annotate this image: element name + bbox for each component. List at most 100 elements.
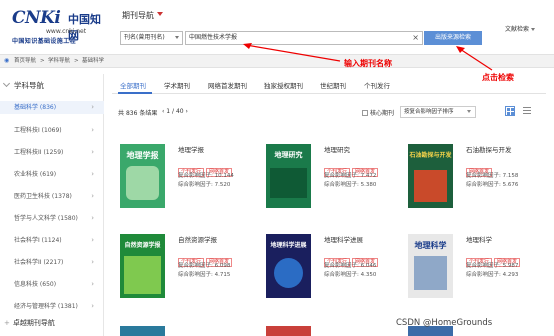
sidebar-item-social-2[interactable]: 社会科学II (2217) › xyxy=(0,256,104,269)
count-suffix: 条结果 xyxy=(139,110,158,117)
journal-card[interactable]: 地理科学进展 地理科学进展 个刊发行 网络首发 复合影响因子: 6.046 综合影… xyxy=(266,234,386,316)
sidebar-item-medicine[interactable]: 医药卫生科技 (1378) › xyxy=(0,190,104,203)
chevron-right-icon: › xyxy=(91,170,94,178)
journal-cover[interactable]: 自然资源学报 xyxy=(120,234,165,298)
logo-url: www.cnki.net xyxy=(46,28,87,35)
core-journal-checkbox[interactable]: 核心期刊 xyxy=(362,108,394,117)
journal-cover[interactable]: 地理研究 xyxy=(266,144,311,208)
sidebar-item-information[interactable]: 信息科技 (650) › xyxy=(0,278,104,291)
breadcrumb-home[interactable]: 首页导航 xyxy=(14,55,36,67)
sidebar: 学科导航 基础科学 (836) › 工程科技I (1069) › 工程科技II (1… xyxy=(0,74,104,336)
sidebar-item-label: 哲学与人文科学 (1580) xyxy=(14,215,78,222)
sidebar-item-basic-science[interactable]: 基础科学 (836) › xyxy=(0,101,104,114)
grid-view-icon[interactable] xyxy=(505,106,515,116)
sidebar-item-engineering-2[interactable]: 工程科技II (1259) › xyxy=(0,146,104,159)
journal-cover[interactable]: 地理科学进展 xyxy=(266,234,311,298)
checkbox-icon[interactable] xyxy=(362,110,368,116)
pager[interactable]: ‹ 1 / 40 › xyxy=(162,108,188,115)
list-view-icon[interactable] xyxy=(522,106,532,116)
logo-latin: CNKi xyxy=(12,8,61,28)
search-type-select[interactable]: 刊名(曾用刊名) xyxy=(120,31,183,45)
chevron-right-icon: › xyxy=(91,280,94,288)
annotation-search-hint: 点击检索 xyxy=(482,73,514,82)
journal-card[interactable]: 地理科学 地理科学 个刊发行 网络首发 复合影响因子: 5.987 综合影响因子:… xyxy=(408,234,528,316)
sort-select[interactable]: 按复合影响因子排序 xyxy=(400,106,476,118)
sidebar-item-economics[interactable]: 经济与管理科学 (1381) › xyxy=(0,300,104,313)
sidebar-heading-label: 学科导航 xyxy=(14,81,44,90)
journal-card[interactable]: 石油勘探与开发 石油勘探与开发 网络首发 复合影响因子: 7.158 综合影响因… xyxy=(408,144,528,226)
journal-card[interactable]: 地理学报 地理学报 个刊发行 网络首发 复合影响因子: 10.144 综合影响因子… xyxy=(120,144,240,226)
journal-name[interactable]: 地理学报 xyxy=(178,144,204,154)
chevron-right-icon: › xyxy=(91,126,94,134)
sidebar-item-humanities[interactable]: 哲学与人文科学 (1580) › xyxy=(0,212,104,225)
tab-individual[interactable]: 个刊发行 xyxy=(364,80,390,90)
breadcrumb: ◉ 首页导航 > 学科导航 > 基础科学 xyxy=(0,54,554,68)
sidebar-item-label: 医药卫生科技 (1378) xyxy=(14,193,72,200)
breadcrumb-subject[interactable]: 学科导航 xyxy=(48,55,70,67)
comprehensive-impact-factor: 综合影响因子: 4.293 xyxy=(466,272,519,278)
cover-art xyxy=(124,256,161,294)
sidebar-item-social-1[interactable]: 社会科学I (1124) › xyxy=(0,234,104,247)
literature-search-link[interactable]: 文献检索 xyxy=(505,24,536,33)
clear-icon[interactable]: × xyxy=(412,32,419,44)
cover-title: 地理科学进展 xyxy=(270,242,307,249)
sidebar-item-agriculture[interactable]: 农业科技 (619) › xyxy=(0,168,104,181)
cover-art xyxy=(414,170,447,202)
journal-card[interactable]: 地理研究 地理研究 个刊发行 网络首发 复合影响因子: 7.472 综合影响因子:… xyxy=(266,144,386,226)
journal-name[interactable]: 石油勘探与开发 xyxy=(466,144,512,154)
sidebar-heading[interactable]: 学科导航 xyxy=(2,79,44,91)
journal-card[interactable]: 自然资源学报 自然资源学报 个刊发行 网络首发 复合影响因子: 6.098 综合影… xyxy=(120,234,240,316)
journal-cover[interactable]: 石油勘探与开发 xyxy=(408,144,453,208)
journal-cover[interactable] xyxy=(120,326,165,336)
count-prefix: 共 xyxy=(118,110,125,117)
chevron-down-icon xyxy=(467,110,471,113)
cnki-logo[interactable]: CNKi 中国知网 www.cnki.net 中国知识基础设施工程 xyxy=(12,8,104,45)
tab-century[interactable]: 世纪期刊 xyxy=(320,80,346,90)
composite-impact-factor: 复合影响因子: 6.046 xyxy=(324,263,377,269)
composite-impact-factor: 复合影响因子: 7.472 xyxy=(324,173,377,179)
journal-cover[interactable]: 地理科学 xyxy=(408,234,453,298)
chevron-right-icon: › xyxy=(91,148,94,156)
sidebar-item-engineering-1[interactable]: 工程科技I (1069) › xyxy=(0,124,104,137)
journal-cover[interactable]: 地理学报 xyxy=(120,144,165,208)
breadcrumb-sep: > xyxy=(40,58,45,64)
cover-title: 地理科学 xyxy=(414,240,447,250)
search-input[interactable]: 中国燃性技术学报 × xyxy=(185,31,423,45)
cover-title: 地理研究 xyxy=(274,150,303,159)
journal-name[interactable]: 地理研究 xyxy=(324,144,350,154)
logo-subtitle: 中国知识基础设施工程 xyxy=(12,38,77,45)
chevron-right-icon: › xyxy=(91,302,94,310)
search-type-label: 刊名(曾用刊名) xyxy=(124,34,165,41)
cover-art xyxy=(270,168,307,198)
active-tab-underline xyxy=(118,92,152,94)
core-journal-label: 核心期刊 xyxy=(370,110,395,117)
journal-nav-title[interactable]: 期刊导航 xyxy=(122,10,154,21)
tab-online-first[interactable]: 网络首发期刊 xyxy=(208,80,247,90)
journal-name[interactable]: 地理科学进展 xyxy=(324,234,363,244)
comprehensive-impact-factor: 综合影响因子: 5.676 xyxy=(466,182,519,188)
journal-name[interactable]: 自然资源学报 xyxy=(178,234,217,244)
sidebar-item-label: 农业科技 (619) xyxy=(14,171,57,178)
cover-art xyxy=(274,258,303,288)
sort-label: 按复合影响因子排序 xyxy=(404,109,454,115)
tab-academic[interactable]: 学术期刊 xyxy=(164,80,190,90)
chevron-right-icon: › xyxy=(91,236,94,244)
composite-impact-factor: 复合影响因子: 10.144 xyxy=(178,173,234,179)
sidebar-item-label: 工程科技I (1069) xyxy=(14,127,62,134)
location-icon: ◉ xyxy=(4,57,10,64)
excellent-journals-nav[interactable]: + 卓越期刊导航 xyxy=(4,318,55,328)
search-button[interactable]: 出版来源检索 xyxy=(424,31,482,45)
sidebar-item-label: 社会科学II (2217) xyxy=(14,259,64,266)
comprehensive-impact-factor: 综合影响因子: 7.520 xyxy=(178,182,231,188)
chevron-right-icon: › xyxy=(91,192,94,200)
tab-exclusive[interactable]: 独家授权期刊 xyxy=(264,80,303,90)
composite-impact-factor: 复合影响因子: 6.098 xyxy=(178,263,231,269)
breadcrumb-current: 基础科学 xyxy=(82,58,105,64)
journal-cover[interactable] xyxy=(266,326,311,336)
watermark: CSDN @HomeGrounds xyxy=(396,318,493,328)
caret-down-icon[interactable] xyxy=(157,12,163,16)
excellent-journals-label: 卓越期刊导航 xyxy=(12,319,55,327)
journal-name[interactable]: 地理科学 xyxy=(466,234,492,244)
expand-icon: + xyxy=(4,319,10,327)
tab-all[interactable]: 全部期刊 xyxy=(120,80,146,90)
